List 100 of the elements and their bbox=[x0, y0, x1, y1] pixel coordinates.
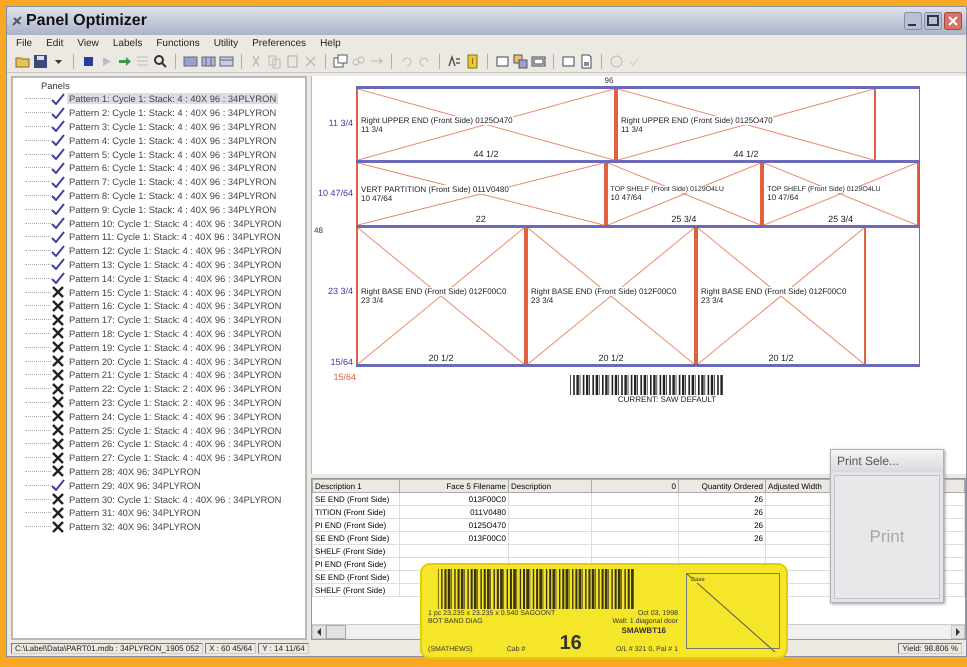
tree-item[interactable]: Pattern 4: Cycle 1: Stack: 4 : 40X 96 : 34PLYRON bbox=[67, 134, 278, 146]
tree-item[interactable]: Pattern 16: Cycle 1: Stack: 4 : 40X 96 : 34PLYRON bbox=[67, 300, 284, 312]
piece-height: 10 47/64 bbox=[610, 193, 642, 202]
piece-label: Right UPPER END (Front Side) 0125O470 bbox=[361, 116, 513, 124]
frame-icon[interactable] bbox=[531, 54, 546, 69]
table-cell: TITION (Front Side) bbox=[312, 506, 400, 518]
menu-item[interactable]: File bbox=[15, 38, 34, 49]
tree-item[interactable]: Pattern 25: Cycle 1: Stack: 4 : 40X 96 : 34PLYRON bbox=[67, 424, 284, 436]
panel-icon[interactable] bbox=[183, 54, 198, 69]
table-cell: 013F00C0 bbox=[400, 492, 508, 506]
text-icon[interactable] bbox=[447, 54, 462, 69]
column-header[interactable]: Description bbox=[508, 480, 592, 492]
document-icon[interactable] bbox=[579, 54, 594, 69]
row-height-label: 23 3/4 bbox=[328, 286, 353, 296]
piece-width: 25 3/4 bbox=[827, 214, 854, 224]
tree-item[interactable]: Pattern 32: 40X 96: 34PLYRON bbox=[67, 521, 203, 532]
windows-icon[interactable] bbox=[333, 54, 348, 69]
tree-item[interactable]: Pattern 29: 40X 96: 34PLYRON bbox=[67, 480, 203, 491]
table-cell: 0125O470 bbox=[400, 518, 508, 532]
piece-width: 20 1/2 bbox=[767, 353, 795, 363]
page-icon[interactable] bbox=[561, 54, 576, 69]
piece-width: 25 3/4 bbox=[670, 214, 698, 224]
tree-item[interactable]: Pattern 5: Cycle 1: Stack: 4 : 40X 96 : 34PLYRON bbox=[67, 148, 278, 160]
piece-label: Right UPPER END (Front Side) 0125O470 bbox=[621, 116, 773, 124]
tree-item[interactable]: Pattern 7: Cycle 1: Stack: 4 : 40X 96 : 34PLYRON bbox=[67, 176, 278, 188]
table-cell: SE END (Front Side) bbox=[312, 532, 400, 544]
table-cell: 26 bbox=[678, 532, 766, 544]
minimize-icon[interactable] bbox=[904, 12, 922, 30]
piece-height: 23 3/4 bbox=[531, 296, 554, 305]
tree-item[interactable]: Pattern 1: Cycle 1: Stack: 4 : 40X 96 : 34PLYRON bbox=[67, 93, 278, 104]
tree-root[interactable]: Panels bbox=[19, 80, 305, 92]
piece-label: Right BASE END (Front Side) 012F00C0 bbox=[701, 287, 846, 296]
tree-item[interactable]: Pattern 15: Cycle 1: Stack: 4 : 40X 96 : 34PLYRON bbox=[67, 286, 284, 298]
tree-item[interactable]: Pattern 26: Cycle 1: Stack: 4 : 40X 96 : 34PLYRON bbox=[67, 438, 284, 450]
piece-height: 23 3/4 bbox=[361, 296, 384, 305]
tree-item[interactable]: Pattern 2: Cycle 1: Stack: 4 : 40X 96 : 34PLYRON bbox=[67, 107, 278, 118]
left-arrow-icon[interactable] bbox=[312, 625, 326, 639]
menu-item[interactable]: Functions bbox=[155, 38, 201, 49]
search-icon[interactable] bbox=[153, 54, 168, 69]
tree-item[interactable]: Pattern 9: Cycle 1: Stack: 4 : 40X 96 : 34PLYRON bbox=[67, 204, 278, 215]
tree-item[interactable]: Pattern 10: Cycle 1: Stack: 4 : 40X 96 : 34PLYRON bbox=[67, 218, 284, 229]
menu-item[interactable]: Labels bbox=[112, 38, 144, 49]
piece-width: 44 1/2 bbox=[472, 149, 500, 159]
tree-item[interactable]: Pattern 6: Cycle 1: Stack: 4 : 40X 96 : 34PLYRON bbox=[67, 162, 278, 174]
menu-item[interactable]: Edit bbox=[45, 38, 64, 49]
tree-item[interactable]: Pattern 31: 40X 96: 34PLYRON bbox=[67, 507, 203, 518]
table-cell: PI END (Front Side) bbox=[312, 518, 400, 532]
rectangle-icon[interactable] bbox=[495, 54, 510, 69]
tree-item[interactable]: Pattern 28: 40X 96: 34PLYRON bbox=[67, 466, 203, 477]
piece-height: 23 3/4 bbox=[701, 296, 724, 305]
tree-item[interactable]: Pattern 19: Cycle 1: Stack: 4 : 40X 96 : 34PLYRON bbox=[67, 342, 284, 353]
tree-item[interactable]: Pattern 14: Cycle 1: Stack: 4 : 40X 96 : 34PLYRON bbox=[67, 272, 284, 284]
tree-item[interactable]: Pattern 8: Cycle 1: Stack: 4 : 40X 96 : 34PLYRON bbox=[67, 190, 278, 201]
column-header[interactable]: 0 bbox=[592, 480, 678, 492]
tree-item[interactable]: Pattern 13: Cycle 1: Stack: 4 : 40X 96 : 34PLYRON bbox=[67, 258, 284, 270]
piece-height: 11 3/4 bbox=[361, 124, 383, 134]
tree-item[interactable]: Pattern 24: Cycle 1: Stack: 4 : 40X 96 : 34PLYRON bbox=[67, 410, 284, 422]
piece-width: 22 bbox=[474, 214, 487, 224]
table-cell: SE END (Front Side) bbox=[312, 570, 400, 584]
label-cab-number: 16 bbox=[560, 633, 582, 653]
status-file: C:\Label\Data\PART01.mdb : 34PLYRON_1905 052 bbox=[11, 642, 204, 654]
table-cell: 013F00C0 bbox=[400, 532, 508, 544]
tree-item[interactable]: Pattern 23: Cycle 1: Stack: 2 : 40X 96 : 34PLYRON bbox=[67, 396, 284, 408]
scroll-thumb[interactable] bbox=[326, 625, 346, 639]
tree-item[interactable]: Pattern 20: Cycle 1: Stack: 4 : 40X 96 : 34PLYRON bbox=[67, 356, 284, 367]
maximize-icon[interactable] bbox=[924, 12, 942, 30]
right-arrow-icon[interactable] bbox=[951, 625, 965, 639]
status-yield: Yield: 98.806 % bbox=[898, 642, 962, 654]
app-icon bbox=[11, 15, 23, 27]
piece-height: 10 47/64 bbox=[767, 193, 798, 202]
sheet-width-label: 96 bbox=[604, 76, 614, 86]
menu-item[interactable]: Utility bbox=[212, 38, 240, 49]
tree-item[interactable]: Pattern 18: Cycle 1: Stack: 4 : 40X 96 : 34PLYRON bbox=[67, 328, 284, 339]
menu-item[interactable]: Preferences bbox=[251, 38, 308, 49]
tree-item[interactable]: Pattern 11: Cycle 1: Stack: 4 : 40X 96 : 34PLYRON bbox=[67, 231, 283, 242]
barcode-caption: CURRENT: SAW DEFAULT bbox=[618, 395, 716, 404]
piece-label: Right BASE END (Front Side) 012F00C0 bbox=[361, 287, 506, 296]
status-y: Y : 14 11/64 bbox=[258, 642, 309, 654]
menu-item[interactable]: Help bbox=[319, 38, 342, 49]
column-header[interactable]: Face 5 Filename bbox=[400, 480, 508, 492]
tree-item[interactable]: Pattern 17: Cycle 1: Stack: 4 : 40X 96 : 34PLYRON bbox=[67, 314, 284, 326]
piece-label: Right BASE END (Front Side) 012F00C0 bbox=[531, 287, 676, 296]
square-icon[interactable] bbox=[81, 54, 96, 69]
tree-item[interactable]: Pattern 21: Cycle 1: Stack: 4 : 40X 96 : 34PLYRON bbox=[67, 369, 284, 380]
panel-icon[interactable] bbox=[219, 54, 234, 69]
row-height-label: 10 47/64 bbox=[318, 188, 353, 198]
close-icon[interactable] bbox=[944, 12, 962, 30]
tree-item[interactable]: Pattern 22: Cycle 1: Stack: 2 : 40X 96 : 34PLYRON bbox=[67, 383, 284, 394]
tree-item[interactable]: Pattern 30: Cycle 1: Stack: 4 : 40X 96 : 34PLYRON bbox=[67, 494, 284, 504]
arrow-icon[interactable] bbox=[117, 54, 132, 69]
tree-item[interactable]: Pattern 12: Cycle 1: Stack: 4 : 40X 96 : 34PLYRON bbox=[67, 245, 284, 256]
tree-item[interactable]: Pattern 3: Cycle 1: Stack: 4 : 40X 96 : 34PLYRON bbox=[67, 120, 278, 132]
column-header[interactable]: Description 1 bbox=[312, 480, 400, 492]
table-cell: 26 bbox=[678, 492, 766, 506]
column-header[interactable]: Quantity Ordered bbox=[678, 480, 766, 492]
tree-item[interactable]: Pattern 27: Cycle 1: Stack: 4 : 40X 96 : 34PLYRON bbox=[67, 452, 284, 464]
layers-icon[interactable] bbox=[513, 54, 528, 69]
panel-icon[interactable] bbox=[201, 54, 216, 69]
trim-label: 15/64 bbox=[330, 357, 353, 367]
menu-item[interactable]: View bbox=[76, 38, 100, 49]
